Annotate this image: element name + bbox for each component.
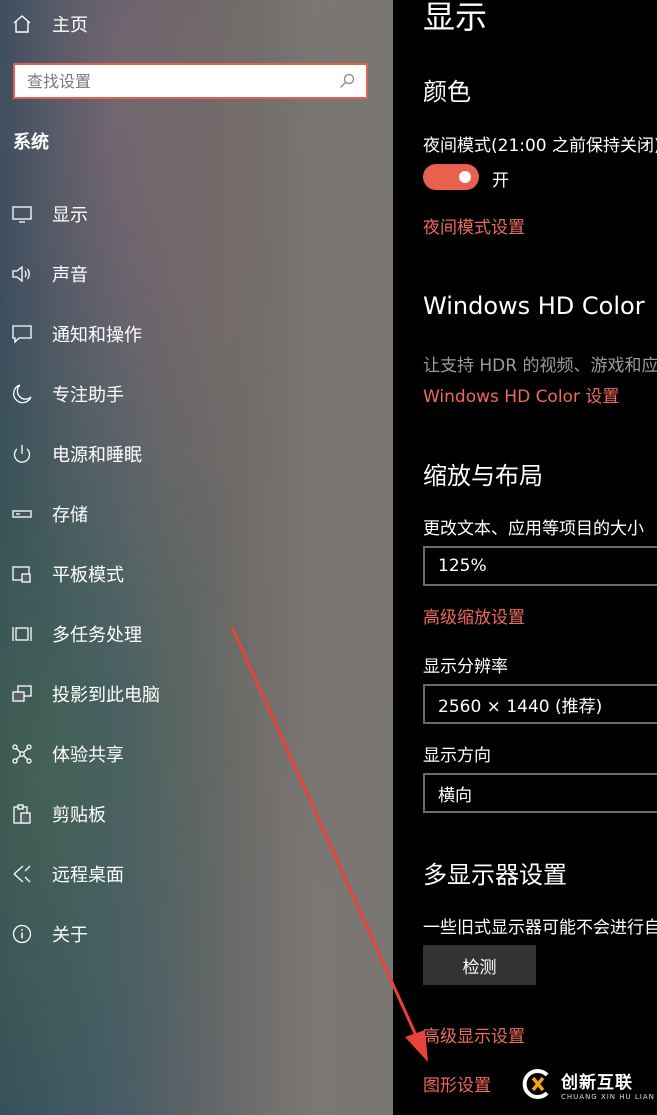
clipboard-icon	[10, 802, 34, 826]
sidebar-item-label: 剪贴板	[52, 805, 106, 826]
home-icon	[13, 15, 31, 33]
remote-desktop-icon	[10, 862, 34, 886]
tablet-icon	[10, 562, 34, 586]
storage-icon	[10, 502, 34, 526]
night-mode-settings-link[interactable]: 夜间模式设置	[423, 213, 525, 238]
hdr-section-title: Windows HD Color	[423, 292, 645, 320]
scale-value: 125%	[438, 556, 487, 576]
page-title: 显示	[423, 0, 488, 36]
night-mode-toggle[interactable]	[423, 164, 479, 190]
speaker-icon	[10, 262, 34, 286]
scale-label: 更改文本、应用等项目的大小	[423, 519, 644, 539]
multi-display-description: 一些旧式显示器可能不会进行自	[423, 918, 657, 938]
sidebar-item-label: 专注助手	[52, 385, 124, 406]
info-icon	[10, 922, 34, 946]
monitor-icon	[10, 202, 34, 226]
search-icon[interactable]	[338, 72, 356, 90]
sidebar-item-power-sleep[interactable]: 电源和睡眠	[0, 434, 393, 474]
search-input[interactable]	[15, 65, 338, 97]
toggle-knob	[459, 171, 471, 183]
sidebar-item-storage[interactable]: 存储	[0, 494, 393, 534]
moon-icon	[10, 382, 34, 406]
night-mode-toggle-state: 开	[492, 171, 509, 191]
sidebar-item-sound[interactable]: 声音	[0, 254, 393, 294]
brand-logo-icon	[522, 1069, 549, 1099]
advanced-display-link[interactable]: 高级显示设置	[423, 1022, 525, 1047]
sidebar-item-label: 体验共享	[52, 745, 124, 766]
sidebar-item-label: 多任务处理	[52, 625, 142, 646]
watermark-name: 创新互联	[561, 1072, 633, 1093]
detect-button[interactable]: 检测	[423, 945, 536, 985]
scale-section-title: 缩放与布局	[423, 462, 543, 490]
sidebar-item-notifications[interactable]: 通知和操作	[0, 314, 393, 354]
multi-display-section-title: 多显示器设置	[423, 861, 567, 889]
graphics-settings-link[interactable]: 图形设置	[423, 1071, 491, 1096]
sidebar-item-multitasking[interactable]: 多任务处理	[0, 614, 393, 654]
color-section-title: 颜色	[423, 78, 471, 106]
sidebar-item-label: 声音	[52, 265, 88, 286]
orientation-value: 横向	[438, 785, 472, 806]
home-label: 主页	[52, 15, 88, 36]
scale-dropdown[interactable]: 125%	[423, 546, 657, 586]
sidebar-item-label: 显示	[52, 205, 88, 226]
resolution-label: 显示分辨率	[423, 657, 508, 677]
sidebar-item-focus-assist[interactable]: 专注助手	[0, 374, 393, 414]
orientation-dropdown[interactable]: 横向	[423, 773, 657, 813]
sidebar: 主页 系统 显示 声音 通知和操作 专注助手 电源和睡眠 存储	[0, 0, 393, 1115]
sidebar-item-label: 投影到此电脑	[52, 685, 160, 706]
multitask-icon	[10, 622, 34, 646]
sidebar-item-tablet-mode[interactable]: 平板模式	[0, 554, 393, 594]
sidebar-item-label: 远程桌面	[52, 865, 124, 886]
resolution-dropdown[interactable]: 2560 × 1440 (推荐)	[423, 684, 657, 724]
night-mode-label: 夜间模式(21:00 之前保持关闭)	[423, 136, 657, 156]
sidebar-item-shared-experiences[interactable]: 体验共享	[0, 734, 393, 774]
main-panel: 显示 颜色 夜间模式(21:00 之前保持关闭) 开 夜间模式设置 Window…	[393, 0, 657, 1115]
notification-icon	[10, 322, 34, 346]
hdr-settings-link[interactable]: Windows HD Color 设置	[423, 382, 619, 407]
project-icon	[10, 682, 34, 706]
sidebar-item-label: 存储	[52, 505, 88, 526]
advanced-scale-link[interactable]: 高级缩放设置	[423, 603, 525, 628]
search-box[interactable]	[13, 63, 368, 99]
power-icon	[10, 442, 34, 466]
home-nav[interactable]: 主页	[12, 10, 88, 38]
sidebar-item-label: 平板模式	[52, 565, 124, 586]
watermark: 创新互联 CHUANG XIN HU LIAN	[519, 1060, 657, 1108]
sidebar-item-label: 关于	[52, 925, 88, 946]
orientation-label: 显示方向	[423, 746, 491, 766]
sidebar-item-about[interactable]: 关于	[0, 914, 393, 954]
section-title-system: 系统	[13, 132, 49, 153]
sidebar-item-label: 电源和睡眠	[52, 445, 142, 466]
hdr-description: 让支持 HDR 的视频、游戏和应	[423, 356, 657, 376]
sidebar-item-display[interactable]: 显示	[0, 194, 393, 234]
resolution-value: 2560 × 1440 (推荐)	[438, 696, 603, 717]
sidebar-item-label: 通知和操作	[52, 325, 142, 346]
sidebar-item-clipboard[interactable]: 剪贴板	[0, 794, 393, 834]
sidebar-item-project-to-pc[interactable]: 投影到此电脑	[0, 674, 393, 714]
watermark-pinyin: CHUANG XIN HU LIAN	[561, 1092, 655, 1101]
sidebar-item-remote-desktop[interactable]: 远程桌面	[0, 854, 393, 894]
share-icon	[10, 742, 34, 766]
